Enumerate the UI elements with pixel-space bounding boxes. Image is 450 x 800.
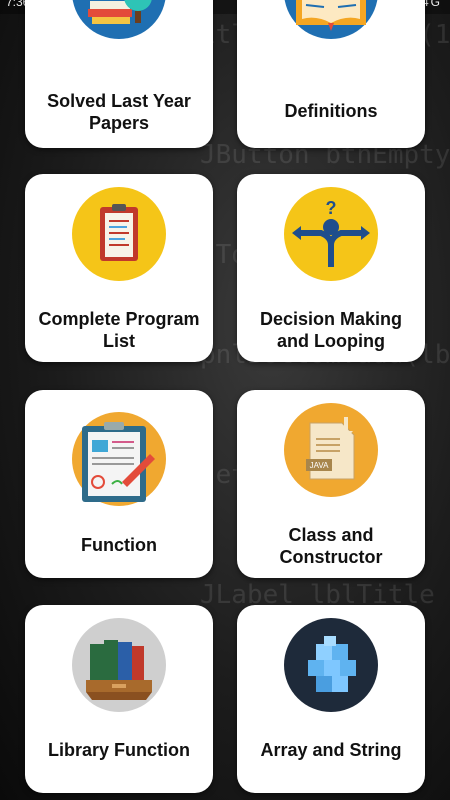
card-label: Function [81, 535, 157, 555]
card-label: Library Function [47, 740, 190, 760]
decision-arrows-icon: ? [284, 187, 378, 281]
svg-text:?: ? [326, 198, 337, 218]
card-label: Array and String [260, 740, 402, 760]
document-pen-icon [72, 412, 166, 506]
card-solved-last-year-papers[interactable]: Solved Last Year Papers [25, 0, 213, 148]
open-book-icon [284, 0, 378, 39]
card-decision-making-and-looping[interactable]: ? Decision Making and Looping [237, 174, 425, 362]
clipboard-list-icon [72, 187, 166, 281]
card-class-and-constructor[interactable]: JAVA Class and Constructor [237, 390, 425, 578]
svg-text:JAVA: JAVA [310, 461, 329, 470]
card-label: Solved Last Year Papers [47, 91, 191, 133]
books-globe-icon [72, 0, 166, 39]
cubes-icon [284, 618, 378, 712]
card-complete-program-list[interactable]: Complete Program List [25, 174, 213, 362]
card-label: Decision Making and Looping [259, 309, 403, 351]
card-library-function[interactable]: Library Function [25, 605, 213, 793]
card-array-and-string[interactable]: Array and String [237, 605, 425, 793]
card-label: Definitions [284, 101, 378, 121]
java-file-icon: JAVA [284, 403, 378, 497]
card-function[interactable]: Function [25, 390, 213, 578]
card-label: Class and Constructor [279, 525, 383, 567]
card-label: Complete Program List [38, 309, 200, 351]
card-definitions[interactable]: Definitions [237, 0, 425, 148]
book-shelf-icon [72, 618, 166, 712]
